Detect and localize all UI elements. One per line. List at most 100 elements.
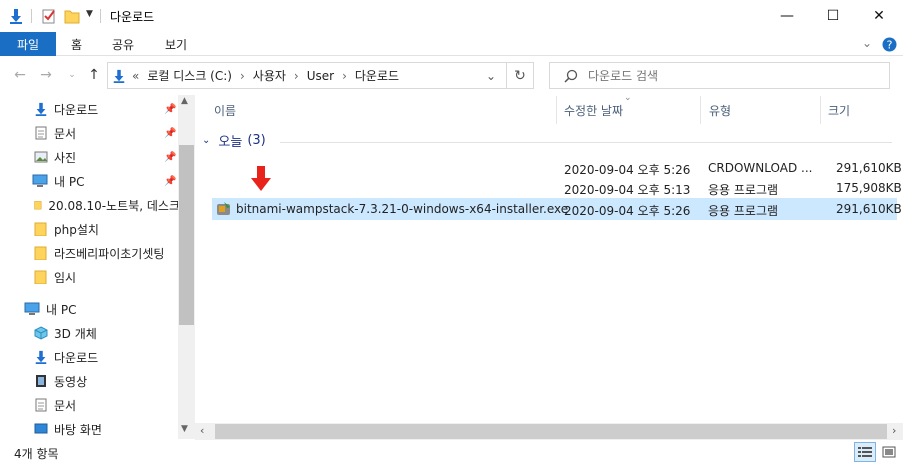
sidebar-item-3d-objects[interactable]: 3D 개체: [0, 321, 180, 345]
sidebar-item-label: 내 PC: [46, 302, 77, 317]
properties-icon[interactable]: [41, 8, 57, 24]
tab-home[interactable]: 홈: [71, 32, 82, 56]
group-collapse-icon[interactable]: ⌄: [202, 135, 210, 146]
cell-type: CRDOWNLOAD ...: [708, 161, 813, 175]
breadcrumb-segment[interactable]: 사용자: [253, 67, 286, 84]
scroll-up-icon[interactable]: ▲: [181, 96, 188, 106]
sidebar-item-label: 문서: [54, 398, 77, 413]
sidebar-item-documents[interactable]: 문서: [0, 393, 180, 417]
cell-date: 2020-09-04 오후 5:26: [564, 204, 691, 218]
sidebar-item-folder[interactable]: 라즈베리파이초기셋팅: [0, 241, 180, 265]
sidebar-item-desktop[interactable]: 바탕 화면: [0, 417, 180, 439]
table-row[interactable]: 2020-09-04 오후 5:13 응용 프로그램 175,908KB: [212, 177, 902, 199]
sidebar-item-label: 라즈베리파이초기셋팅: [54, 246, 165, 261]
minimize-button[interactable]: —: [764, 0, 810, 32]
column-header-type[interactable]: 유형: [709, 96, 731, 124]
table-row[interactable]: 2020-09-04 오후 5:26 CRDOWNLOAD ... 291,61…: [212, 157, 902, 179]
details-view-button[interactable]: [854, 442, 876, 462]
recent-dropdown-icon[interactable]: ⌄: [62, 64, 82, 86]
breadcrumb-separator[interactable]: ›: [294, 69, 299, 83]
large-icons-view-icon: [882, 446, 896, 458]
pin-icon: 📌: [164, 151, 177, 163]
sidebar-item-label: 3D 개체: [54, 326, 97, 341]
sidebar-item-documents[interactable]: 문서 📌: [0, 121, 180, 145]
back-arrow-icon[interactable]: ←: [10, 64, 30, 86]
installer-icon: [217, 202, 230, 215]
sidebar-item-downloads[interactable]: 다운로드 📌: [0, 97, 180, 121]
sidebar-item-label: 사진: [54, 150, 77, 165]
column-divider[interactable]: [700, 96, 701, 124]
address-bar[interactable]: « 로컬 디스크 (C:) › 사용자 › User › 다운로드 ⌄: [107, 62, 507, 89]
status-bar: [0, 440, 903, 464]
breadcrumb-segment[interactable]: 로컬 디스크 (C:): [147, 67, 232, 84]
sidebar-item-label: 임시: [54, 270, 77, 285]
sidebar-item-folder[interactable]: php설치: [0, 217, 180, 241]
sidebar-item-label: php설치: [54, 222, 99, 237]
download-icon: [113, 69, 125, 83]
group-count: (3): [247, 133, 266, 148]
scroll-right-icon[interactable]: ›: [892, 424, 896, 437]
column-header-date[interactable]: 수정한 날짜: [564, 96, 623, 124]
download-icon: [35, 102, 47, 116]
item-count: 4개 항목: [14, 447, 59, 461]
search-input[interactable]: 다운로드 검색: [549, 62, 890, 89]
tab-view[interactable]: 보기: [165, 32, 187, 56]
sidebar-item-videos[interactable]: 동영상: [0, 369, 180, 393]
ribbon: [0, 32, 903, 56]
address-dropdown-icon[interactable]: ⌄: [486, 69, 496, 83]
chevron-down-icon[interactable]: ⌄: [862, 36, 872, 50]
folder-icon: [34, 222, 47, 236]
download-icon[interactable]: [8, 8, 24, 24]
large-icons-view-button[interactable]: [878, 442, 900, 462]
cell-date: 2020-09-04 오후 5:26: [564, 163, 691, 177]
group-header-today[interactable]: ⌄ 오늘 (3): [202, 131, 266, 150]
breadcrumb-segment[interactable]: User: [307, 69, 334, 83]
cell-type: 응용 프로그램: [708, 183, 779, 197]
file-explorer-window: ▼ 다운로드 — ☐ ✕ 파일 홈 공유 보기 ⌄ ? ← → ⌄ ↑ « 로컬…: [0, 0, 903, 464]
folder-icon: [34, 246, 47, 260]
forward-arrow-icon[interactable]: →: [36, 64, 56, 86]
sidebar-item-folder[interactable]: 임시: [0, 265, 180, 289]
search-placeholder: 다운로드 검색: [588, 69, 659, 83]
scroll-down-icon[interactable]: ▼: [181, 424, 188, 434]
divider: [100, 9, 101, 23]
overflow-chevron[interactable]: «: [132, 69, 139, 83]
column-divider[interactable]: [820, 96, 821, 124]
cell-size: 291,610KB: [836, 202, 902, 216]
svg-text:?: ?: [887, 39, 893, 52]
new-folder-icon[interactable]: [64, 8, 80, 24]
pin-icon: 📌: [164, 127, 177, 139]
breadcrumb-separator[interactable]: ›: [342, 69, 347, 83]
close-button[interactable]: ✕: [856, 0, 902, 32]
sidebar-item-folder[interactable]: 20.08.10-노트북, 데스크: [0, 193, 180, 217]
file-list-hscrollbar-thumb[interactable]: [215, 424, 887, 439]
maximize-button[interactable]: ☐: [810, 0, 856, 32]
divider: [31, 9, 32, 23]
refresh-icon[interactable]: ↻: [506, 62, 534, 89]
sidebar-item-this-pc[interactable]: 내 PC 📌: [0, 169, 180, 193]
sidebar-item-downloads[interactable]: 다운로드: [0, 345, 180, 369]
table-row-selected[interactable]: bitnami-wampstack-7.3.21-0-windows-x64-i…: [212, 198, 902, 220]
breadcrumb-separator[interactable]: ›: [240, 69, 245, 83]
video-icon: [36, 375, 46, 387]
window-title: 다운로드: [110, 10, 155, 24]
tab-share[interactable]: 공유: [112, 32, 134, 56]
up-arrow-icon[interactable]: ↑: [84, 64, 104, 86]
column-header-name[interactable]: 이름: [214, 96, 236, 124]
sidebar-item-label: 20.08.10-노트북, 데스크: [48, 198, 180, 213]
scroll-left-icon[interactable]: ‹: [200, 424, 204, 437]
help-icon[interactable]: ?: [882, 37, 897, 52]
customize-qa-icon[interactable]: ▼: [86, 9, 93, 19]
cell-date: 2020-09-04 오후 5:13: [564, 183, 691, 197]
sidebar-item-this-pc-root[interactable]: 내 PC: [0, 297, 180, 321]
sidebar-item-pictures[interactable]: 사진 📌: [0, 145, 180, 169]
group-divider: [280, 142, 892, 143]
breadcrumb-segment[interactable]: 다운로드: [355, 67, 399, 84]
sidebar-scrollbar-thumb[interactable]: [179, 145, 194, 325]
tab-file[interactable]: 파일: [0, 32, 56, 56]
column-divider[interactable]: [556, 96, 557, 124]
document-icon: [35, 398, 47, 412]
folder-icon: [34, 201, 42, 210]
column-header-size[interactable]: 크기: [828, 96, 850, 124]
cell-name: bitnami-wampstack-7.3.21-0-windows-x64-i…: [236, 202, 569, 216]
